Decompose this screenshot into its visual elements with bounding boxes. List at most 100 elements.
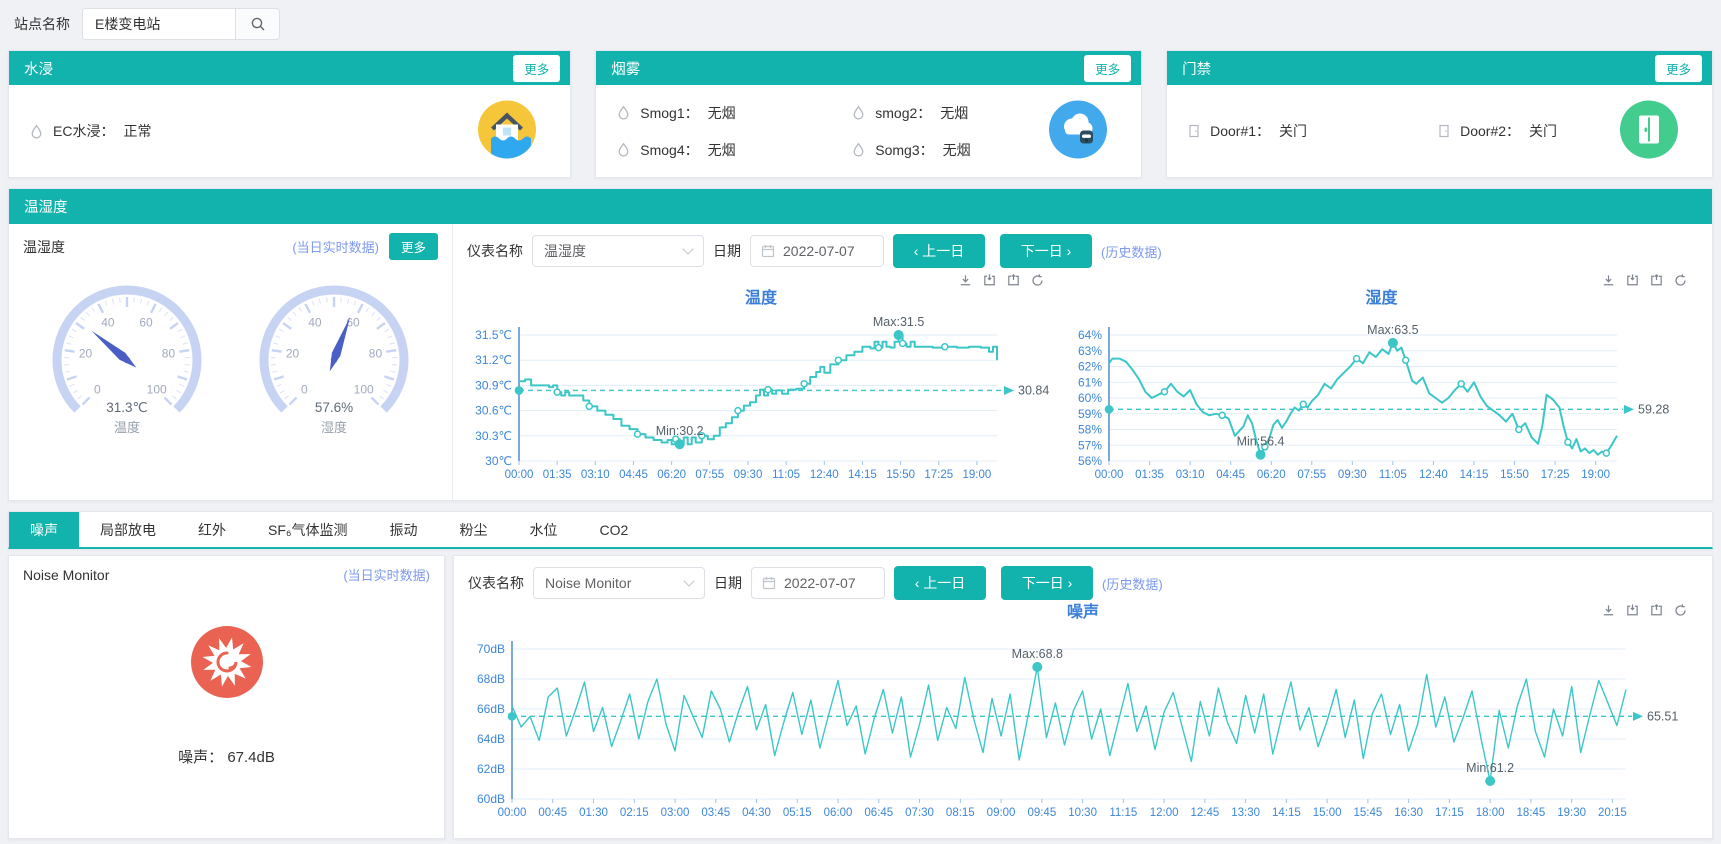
svg-text:04:45: 04:45 bbox=[1216, 469, 1245, 481]
svg-text:62dB: 62dB bbox=[477, 762, 505, 776]
calendar-icon bbox=[762, 576, 776, 590]
svg-text:湿度: 湿度 bbox=[321, 420, 347, 435]
refresh-icon[interactable] bbox=[1030, 273, 1045, 288]
history-data-link[interactable]: (历史数据) bbox=[1102, 574, 1163, 593]
data-view-icon[interactable] bbox=[1625, 273, 1640, 288]
door-item-value: 关门 bbox=[1529, 121, 1557, 141]
svg-text:56%: 56% bbox=[1078, 454, 1102, 468]
temp-humidity-panel-header: 温湿度 bbox=[9, 189, 1712, 224]
svg-text:07:55: 07:55 bbox=[1297, 469, 1326, 481]
svg-text:20: 20 bbox=[79, 346, 93, 360]
svg-text:19:30: 19:30 bbox=[1557, 807, 1586, 819]
restore-icon[interactable] bbox=[1006, 273, 1021, 288]
download-icon[interactable] bbox=[1601, 273, 1616, 288]
refresh-icon[interactable] bbox=[1673, 273, 1688, 288]
svg-text:07:30: 07:30 bbox=[905, 807, 934, 819]
search-button[interactable] bbox=[235, 9, 279, 39]
search-icon bbox=[250, 16, 266, 32]
station-name-label: 站点名称 bbox=[14, 14, 70, 34]
temp-humidity-panel: 温湿度 温湿度 (当日实时数据) 更多 02040608010031.3℃温度 … bbox=[8, 188, 1713, 501]
date-value: 2022-07-07 bbox=[783, 243, 855, 259]
svg-text:14:15: 14:15 bbox=[1272, 807, 1301, 819]
svg-text:30.84: 30.84 bbox=[1018, 383, 1049, 397]
svg-text:12:45: 12:45 bbox=[1190, 807, 1219, 819]
th-controls: 仪表名称 温湿度 日期 2022-07-07 ‹ 上一日 下一日 › (历史数据… bbox=[467, 233, 1698, 269]
svg-text:06:20: 06:20 bbox=[657, 469, 686, 481]
svg-text:30.3℃: 30.3℃ bbox=[475, 429, 512, 443]
chevron-down-icon bbox=[682, 243, 693, 254]
svg-text:68dB: 68dB bbox=[477, 672, 505, 686]
noise-status-card: Noise Monitor (当日实时数据) 噪声： 67.4dB bbox=[8, 555, 445, 839]
door-item-label: Door#2： bbox=[1460, 121, 1520, 141]
humidity-chart-title: 湿度 bbox=[1065, 289, 1698, 311]
svg-text:62%: 62% bbox=[1078, 360, 1102, 374]
next-day-button[interactable]: 下一日 › bbox=[1000, 234, 1092, 268]
smoke-sensor-icon bbox=[851, 142, 866, 157]
svg-text:80: 80 bbox=[162, 346, 176, 360]
gauge-more-button[interactable]: 更多 bbox=[389, 233, 438, 260]
svg-text:11:05: 11:05 bbox=[1379, 469, 1407, 481]
tab-sf6-gas[interactable]: SF₆气体监测 bbox=[247, 512, 369, 547]
svg-text:19:00: 19:00 bbox=[1581, 469, 1610, 481]
meter-select[interactable]: 温湿度 bbox=[532, 235, 704, 267]
smoke-item: Smog1： 无烟 bbox=[616, 103, 851, 123]
smoke-more-button[interactable]: 更多 bbox=[1084, 55, 1131, 82]
svg-text:00:00: 00:00 bbox=[498, 807, 527, 819]
smoke-status-icon bbox=[1049, 101, 1107, 162]
temperature-chart[interactable]: 31.5℃31.2℃30.9℃30.6℃30.3℃30℃00:0001:3503… bbox=[467, 311, 1055, 493]
svg-text:12:40: 12:40 bbox=[810, 469, 839, 481]
sensor-tabs: 噪声 局部放电 红外 SF₆气体监测 振动 粉尘 水位 CO2 bbox=[8, 511, 1713, 549]
tab-partial-discharge[interactable]: 局部放电 bbox=[79, 512, 177, 547]
realtime-data-link[interactable]: (当日实时数据) bbox=[343, 565, 430, 584]
refresh-icon[interactable] bbox=[1673, 603, 1688, 618]
svg-text:04:45: 04:45 bbox=[619, 469, 648, 481]
prev-day-button[interactable]: ‹ 上一日 bbox=[893, 234, 985, 268]
restore-icon[interactable] bbox=[1649, 603, 1664, 618]
svg-text:09:30: 09:30 bbox=[734, 469, 763, 481]
svg-text:06:45: 06:45 bbox=[864, 807, 893, 819]
topbar: 站点名称 bbox=[0, 0, 1721, 46]
restore-icon[interactable] bbox=[1649, 273, 1664, 288]
svg-text:60: 60 bbox=[139, 316, 153, 330]
tab-infrared[interactable]: 红外 bbox=[177, 512, 247, 547]
tab-dust[interactable]: 粉尘 bbox=[439, 512, 509, 547]
next-day-button[interactable]: 下一日 › bbox=[1001, 566, 1093, 600]
date-input[interactable]: 2022-07-07 bbox=[750, 235, 884, 267]
door-more-button[interactable]: 更多 bbox=[1655, 55, 1702, 82]
chevron-down-icon bbox=[683, 575, 694, 586]
noise-chart[interactable]: 70dB68dB66dB64dB62dB60dB00:0000:4501:300… bbox=[468, 625, 1686, 833]
noise-date-input[interactable]: 2022-07-07 bbox=[751, 567, 885, 599]
tab-noise[interactable]: 噪声 bbox=[9, 512, 79, 547]
tab-co2[interactable]: CO2 bbox=[579, 512, 650, 547]
door-status-icon bbox=[1620, 101, 1678, 162]
smoke-item-label: Somg3： bbox=[875, 140, 933, 160]
realtime-data-link[interactable]: (当日实时数据) bbox=[292, 237, 379, 256]
water-card-body: EC水浸： 正常 bbox=[9, 85, 570, 177]
water-card-title: 水浸 bbox=[24, 58, 53, 79]
prev-day-button[interactable]: ‹ 上一日 bbox=[894, 566, 986, 600]
water-more-button[interactable]: 更多 bbox=[513, 55, 560, 82]
download-icon[interactable] bbox=[958, 273, 973, 288]
svg-text:15:50: 15:50 bbox=[886, 469, 915, 481]
download-icon[interactable] bbox=[1601, 603, 1616, 618]
history-data-link[interactable]: (历史数据) bbox=[1101, 242, 1162, 261]
data-view-icon[interactable] bbox=[982, 273, 997, 288]
humidity-gauge: 02040608010057.6%湿度 bbox=[234, 274, 434, 450]
noise-meter-select[interactable]: Noise Monitor bbox=[533, 567, 705, 599]
th-chart-card: 仪表名称 温湿度 日期 2022-07-07 ‹ 上一日 下一日 › (历史数据… bbox=[453, 224, 1712, 500]
station-name-input[interactable] bbox=[83, 9, 235, 39]
svg-text:31.5℃: 31.5℃ bbox=[475, 328, 512, 342]
tab-vibration[interactable]: 振动 bbox=[369, 512, 439, 547]
smoke-item-label: Smog1： bbox=[640, 103, 698, 123]
humidity-chart[interactable]: 64%63%62%61%60%59%58%57%56%00:0001:3503:… bbox=[1065, 311, 1681, 493]
svg-text:14:15: 14:15 bbox=[848, 469, 877, 481]
tab-water-level[interactable]: 水位 bbox=[509, 512, 579, 547]
svg-text:20:15: 20:15 bbox=[1598, 807, 1627, 819]
smoke-item-value: 无烟 bbox=[708, 140, 736, 160]
smoke-item-label: Smog4： bbox=[640, 140, 698, 160]
data-view-icon[interactable] bbox=[1625, 603, 1640, 618]
svg-text:59%: 59% bbox=[1078, 407, 1102, 421]
calendar-icon bbox=[761, 244, 775, 258]
droplet-icon bbox=[29, 124, 44, 139]
svg-text:65.51: 65.51 bbox=[1647, 709, 1678, 723]
